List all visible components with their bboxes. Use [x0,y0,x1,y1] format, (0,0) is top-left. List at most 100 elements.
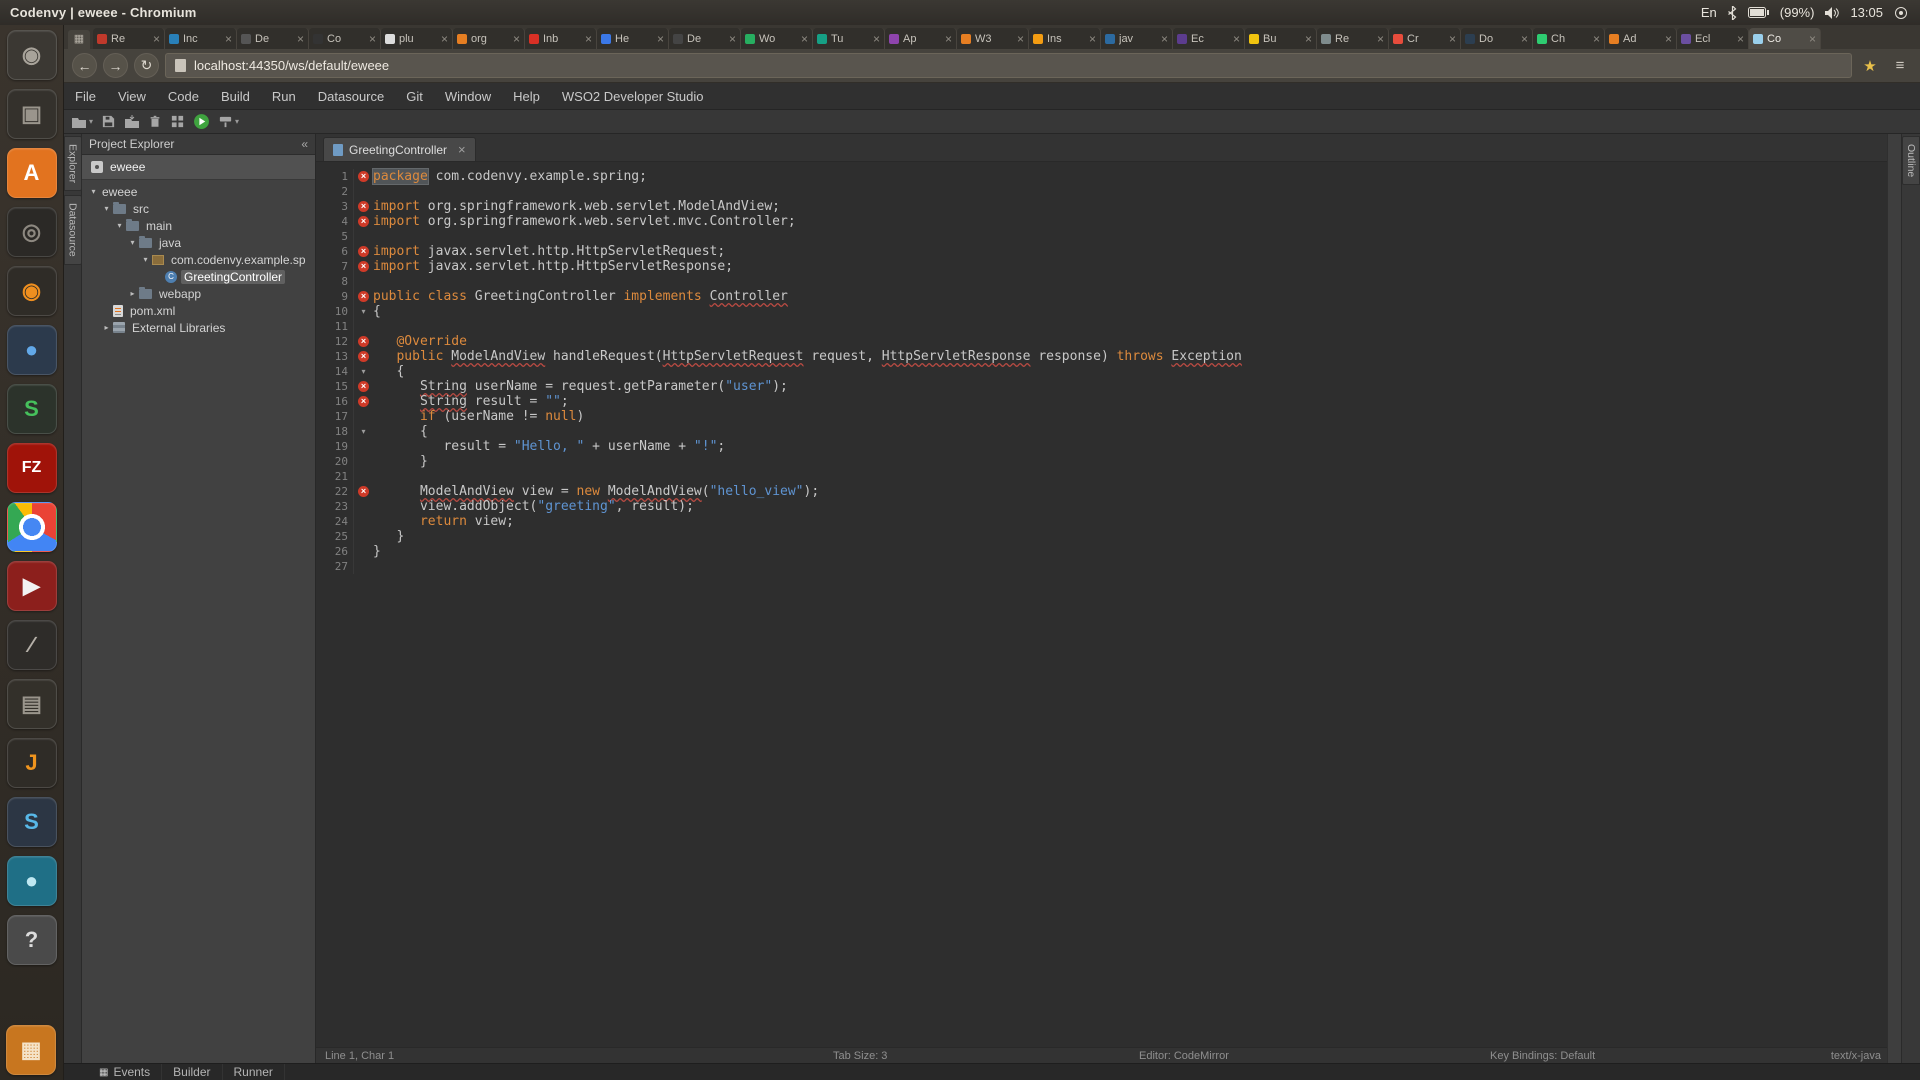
tree-item-src[interactable]: ▾src [82,200,315,217]
code-line[interactable]: 8 [316,274,1887,289]
tab-datasource[interactable]: Datasource [64,195,82,265]
code-line[interactable]: 4×import org.springframework.web.servlet… [316,214,1887,229]
tab-close-icon[interactable]: × [801,34,808,44]
tree-item-external-libraries[interactable]: ▸External Libraries [82,319,315,336]
tab-explorer[interactable]: Explorer [64,136,82,191]
error-marker-icon[interactable]: × [358,216,369,227]
bottom-tab-runner[interactable]: Runner [223,1064,285,1080]
launcher-icon-green-s-app[interactable]: S [7,384,57,434]
tab-close-icon[interactable]: × [1521,34,1528,44]
menu-run[interactable]: Run [261,83,307,109]
editor-tab-greetingcontroller[interactable]: GreetingController × [323,137,476,161]
code-line[interactable]: 12× @Override [316,334,1887,349]
launcher-icon-teal-app[interactable]: ● [7,856,57,906]
launcher-icon-film-app[interactable]: ▤ [7,679,57,729]
tab-close-icon[interactable]: × [1017,34,1024,44]
tree-item-com-codenvy-example-sp[interactable]: ▾com.codenvy.example.sp [82,251,315,268]
browser-tab[interactable]: Co× [1749,28,1821,49]
code-line[interactable]: 9×public class GreetingController implem… [316,289,1887,304]
fold-toggle-icon[interactable]: ▾ [361,427,365,436]
workspace-selector[interactable]: eweee [82,155,315,180]
tab-close-icon[interactable]: × [1665,34,1672,44]
error-marker-icon[interactable]: × [358,381,369,392]
code-line[interactable]: 25 } [316,529,1887,544]
browser-tab[interactable]: Ins× [1029,28,1101,49]
collapse-panel-icon[interactable]: « [301,137,308,151]
tab-close-icon[interactable]: × [458,142,466,157]
tree-item-eweee[interactable]: ▾eweee [82,183,315,200]
browser-tab[interactable]: He× [597,28,669,49]
tab-close-icon[interactable]: × [1305,34,1312,44]
volume-icon[interactable] [1825,7,1839,19]
launcher-icon-shotwell[interactable]: ◉ [7,266,57,316]
format-button[interactable]: ▾ [218,112,239,132]
code-line[interactable]: 10▾{ [316,304,1887,319]
launcher-icon-filezilla[interactable]: FZ [7,443,57,493]
launcher-icon-blue-orb-app[interactable]: ● [7,325,57,375]
menu-datasource[interactable]: Datasource [307,83,395,109]
error-marker-icon[interactable]: × [358,486,369,497]
menu-file[interactable]: File [64,83,107,109]
browser-tab[interactable]: jav× [1101,28,1173,49]
menu-build[interactable]: Build [210,83,261,109]
launcher-icon-bottom-app[interactable]: ▦ [6,1025,56,1075]
tab-close-icon[interactable]: × [1089,34,1096,44]
tab-close-icon[interactable]: × [1737,34,1744,44]
code-line[interactable]: 7×import javax.servlet.http.HttpServletR… [316,259,1887,274]
tree-item-pom-xml[interactable]: pom.xml [82,302,315,319]
tree-item-java[interactable]: ▾java [82,234,315,251]
editor-scrollbar[interactable] [1887,134,1901,1063]
browser-tab[interactable]: Bu× [1245,28,1317,49]
tab-close-icon[interactable]: × [1161,34,1168,44]
tab-close-icon[interactable]: × [153,34,160,44]
code-line[interactable]: 3×import org.springframework.web.servlet… [316,199,1887,214]
browser-tab[interactable]: Ec× [1173,28,1245,49]
tab-close-icon[interactable]: × [585,34,592,44]
code-line[interactable]: 1×package com.codenvy.example.spring; [316,169,1887,184]
browser-tab[interactable]: Re× [1317,28,1389,49]
code-line[interactable]: 16× String result = ""; [316,394,1887,409]
session-gear-icon[interactable] [1894,6,1908,20]
back-button[interactable]: ← [72,53,97,78]
tab-close-icon[interactable]: × [1593,34,1600,44]
error-marker-icon[interactable]: × [358,396,369,407]
code-line[interactable]: 26} [316,544,1887,559]
fold-toggle-icon[interactable]: ▾ [361,367,365,376]
tab-close-icon[interactable]: × [513,34,520,44]
code-line[interactable]: 24 return view; [316,514,1887,529]
browser-tab[interactable]: De× [237,28,309,49]
browser-tab[interactable]: Inc× [165,28,237,49]
import-project-button[interactable]: ▾ [71,112,93,132]
code-area[interactable]: 1×package com.codenvy.example.spring;23×… [316,162,1887,1047]
menu-git[interactable]: Git [395,83,434,109]
clock[interactable]: 13:05 [1850,5,1883,20]
bookmark-star-icon[interactable]: ★ [1858,54,1882,78]
launcher-icon-pencil-app[interactable]: ∕ [7,620,57,670]
tab-close-icon[interactable]: × [873,34,880,44]
browser-tab[interactable]: plu× [381,28,453,49]
launcher-icon-media-swirl-app[interactable]: ◎ [7,207,57,257]
pinned-tab-icon[interactable]: ▦ [68,30,90,49]
browser-tab[interactable]: Ch× [1533,28,1605,49]
launcher-icon-jdownloader[interactable]: J [7,738,57,788]
browser-tab[interactable]: Tu× [813,28,885,49]
tab-close-icon[interactable]: × [225,34,232,44]
tab-close-icon[interactable]: × [1233,34,1240,44]
tab-close-icon[interactable]: × [1377,34,1384,44]
launcher-icon-software-center[interactable]: A [7,148,57,198]
code-line[interactable]: 13× public ModelAndView handleRequest(Ht… [316,349,1887,364]
browser-tab[interactable]: Co× [309,28,381,49]
browser-tab[interactable]: Do× [1461,28,1533,49]
code-line[interactable]: 20 } [316,454,1887,469]
error-marker-icon[interactable]: × [358,336,369,347]
code-line[interactable]: 18▾ { [316,424,1887,439]
tab-close-icon[interactable]: × [729,34,736,44]
code-line[interactable]: 5 [316,229,1887,244]
bottom-tab-events[interactable]: ▦Events [88,1064,162,1080]
code-line[interactable]: 23 view.addObject("greeting", result); [316,499,1887,514]
browser-tab[interactable]: W3× [957,28,1029,49]
tab-close-icon[interactable]: × [1449,34,1456,44]
error-marker-icon[interactable]: × [358,171,369,182]
browser-tab[interactable]: Ap× [885,28,957,49]
bluetooth-icon[interactable] [1728,6,1737,20]
